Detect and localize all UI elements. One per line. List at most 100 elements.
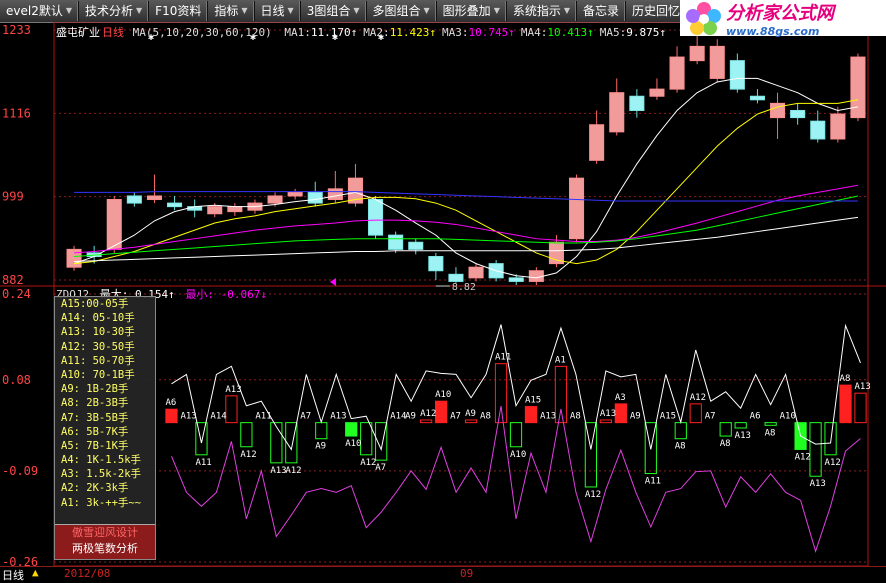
toolbar-item-10[interactable]: 历史回忆: [626, 1, 688, 21]
bottom-period[interactable]: 日线: [2, 567, 24, 583]
date-mid: 09: [460, 567, 474, 580]
legend-row: A11: 50-70手: [61, 354, 135, 367]
chevron-down-icon[interactable]: ▼: [564, 1, 570, 21]
negative-bar: [824, 422, 837, 456]
toolbar-item-label: 图形叠加: [442, 4, 491, 18]
toolbar-item-label: 系统指示: [512, 4, 561, 18]
toolbar-item-label: 多图组合: [372, 4, 421, 18]
toolbar-item-1[interactable]: 技术分析 ▼: [79, 1, 150, 21]
indicator-white-line: [171, 323, 861, 452]
ma-values: MA1:11.170↑ MA2:11.423↑ MA3:10.745↑ MA4:10.…: [278, 26, 666, 39]
logo-url: www.88gs.com: [726, 24, 820, 38]
candle-body: [428, 255, 444, 272]
min-label: 最小:: [185, 288, 214, 301]
toolbar-item-label: 3图组合: [306, 4, 351, 18]
bar-label: A9: [315, 442, 326, 452]
legend-row: A12: 30-50手: [61, 340, 135, 353]
chevron-down-icon[interactable]: ▼: [66, 1, 72, 21]
positive-bar: [420, 419, 433, 424]
chevron-down-icon[interactable]: ▼: [136, 1, 142, 21]
triangle-up-icon[interactable]: ▲: [32, 566, 39, 579]
candle-body: [468, 266, 484, 279]
chevron-down-icon[interactable]: ▼: [288, 1, 294, 21]
legend-row: A4: 1K-1.5k手: [61, 454, 142, 467]
candle-body: [749, 95, 765, 101]
candle-body: [629, 95, 645, 111]
bar-label: A8: [675, 442, 686, 452]
negative-bar: [734, 422, 747, 429]
bar-label: A11: [645, 477, 661, 487]
chevron-down-icon[interactable]: ▼: [494, 1, 500, 21]
bar-label: A12: [825, 458, 841, 468]
ma-value: 9.875↑: [626, 26, 667, 39]
legend-row: A5: 7B-1K手: [61, 439, 129, 452]
candle-body: [106, 199, 122, 250]
toolbar-item-2[interactable]: F10资料: [149, 1, 209, 21]
candle-body: [327, 188, 343, 201]
negative-bar: [345, 422, 358, 437]
toolbar-item-5[interactable]: 3图组合 ▼: [301, 1, 367, 21]
legend-row: A7: 3B-5B手: [61, 411, 129, 424]
bar-label: A11: [195, 458, 211, 468]
bar-label: A13: [270, 466, 286, 476]
bar-label: A13: [735, 431, 751, 441]
bar-label: A13: [540, 412, 556, 422]
ma-label: MA2:: [363, 26, 390, 39]
bar-label: A10: [780, 412, 796, 422]
ma-label: MA4:: [520, 26, 548, 39]
positive-bar: [689, 403, 702, 424]
toolbar-item-0[interactable]: evel2默认 ▼: [0, 1, 79, 21]
candle-body: [227, 206, 243, 213]
main-y-tick: 1233: [2, 23, 31, 37]
bar-label: A14: [210, 412, 226, 422]
axis-ticks: 1233 1116 999 8820.24 0.08 -0.09 -0.26: [2, 23, 38, 566]
toolbar-item-7[interactable]: 图形叠加 ▼: [437, 1, 507, 21]
analysis-title: 两极笔数分析: [72, 542, 138, 555]
candle-body: [207, 206, 223, 215]
ma-value: 11.170↑: [310, 26, 358, 39]
positive-bar: [854, 392, 867, 424]
toolbar-item-6[interactable]: 多图组合 ▼: [367, 1, 437, 21]
candle-body: [830, 113, 846, 140]
candle-body: [287, 191, 303, 197]
negative-bar: [674, 422, 687, 440]
stock-name: 盛屯矿业: [56, 26, 100, 39]
legend-footer: 傲雪迎风设计 两极笔数分析: [55, 524, 155, 559]
positive-bar: [464, 419, 478, 424]
toolbar-item-3[interactable]: 指标 ▼: [208, 1, 255, 21]
candle-body: [850, 56, 866, 119]
bar-label: A11: [495, 353, 511, 363]
legend-row: A14: 05-10手: [61, 312, 135, 325]
bar-label: A8: [480, 412, 491, 422]
candle-body: [810, 120, 826, 140]
legend-row: A3: 1.5k-2k手: [61, 468, 142, 481]
chevron-down-icon[interactable]: ▼: [241, 1, 247, 21]
min-value: -0.067↓: [220, 288, 267, 301]
chevron-down-icon[interactable]: ▼: [424, 1, 430, 21]
toolbar-item-label: 历史回忆: [632, 4, 681, 18]
main-y-tick: 1116: [2, 106, 31, 120]
candle-body: [528, 270, 544, 282]
bar-label: A13: [600, 409, 616, 419]
negative-bar: [509, 422, 523, 448]
indicator-labels: A6A13A11A14A13A12A11A13A12A7A9A13A10A12A…: [165, 353, 870, 500]
bar-label: A10: [345, 439, 361, 449]
toolbar-item-4[interactable]: 日线 ▼: [255, 1, 301, 21]
main-y-tick: 882: [2, 273, 24, 287]
negative-bar: [809, 422, 822, 477]
negative-bar: [764, 422, 777, 426]
chevron-down-icon[interactable]: ▼: [353, 1, 359, 21]
toolbar-item-8[interactable]: 系统指示 ▼: [507, 1, 578, 21]
toolbar-item-9[interactable]: 备忘录: [577, 1, 627, 21]
legend-row: A9: 1B-2B手: [61, 383, 129, 396]
logo-title: 分析家公式网: [726, 2, 834, 24]
positive-bar: [165, 408, 178, 424]
bar-label: A7: [375, 463, 386, 473]
bar-label: A1: [555, 355, 566, 365]
candle-body: [307, 191, 323, 204]
bar-label: A12: [360, 458, 376, 468]
bar-label: A14: [390, 412, 406, 422]
candlestick-series: 8.82✱ ✱ ✱ ✱: [66, 32, 866, 293]
candle-body: [569, 177, 585, 240]
positive-bar: [524, 406, 538, 424]
